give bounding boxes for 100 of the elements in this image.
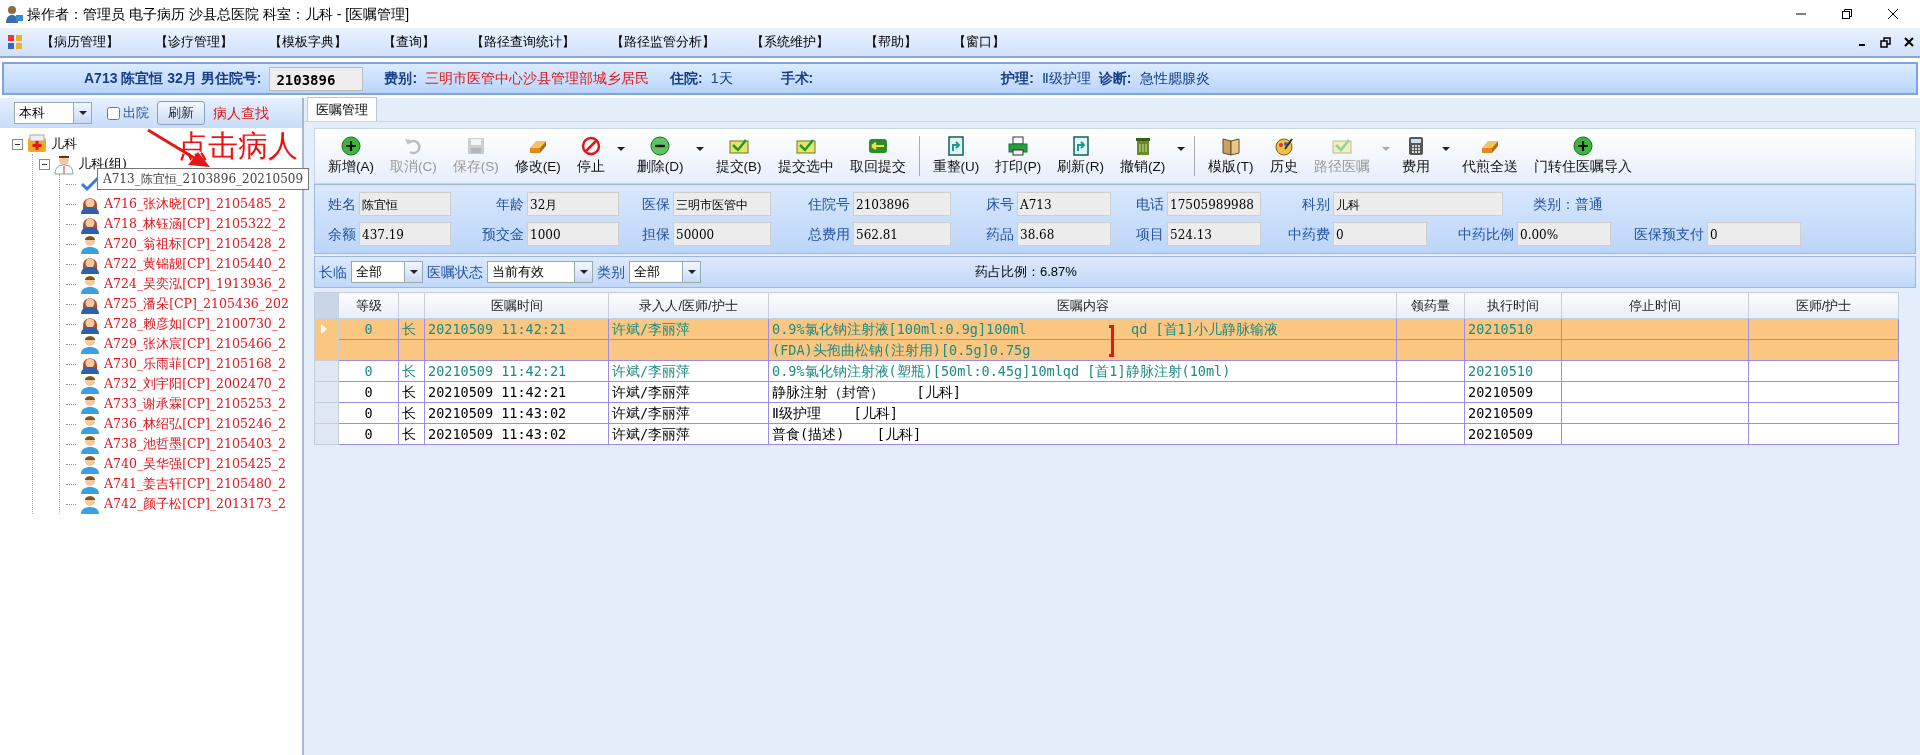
dropdown-arrow[interactable] [1177, 147, 1186, 151]
info-field: 1000 [527, 222, 619, 246]
patient-item[interactable]: A716_张沐晓[CP]_2105485_2 [104, 194, 286, 214]
patient-item[interactable]: A732_刘宇阳[CP]_2002470_2 [104, 374, 286, 394]
toolbar-button[interactable]: 代煎全送 [1454, 134, 1525, 178]
restore-button[interactable] [1841, 8, 1853, 20]
field-label: 中药比例 [1457, 224, 1515, 244]
menu-item[interactable]: 【帮助】 [846, 32, 935, 52]
menu-item[interactable]: 【查询】 [364, 32, 453, 52]
printer-icon [1007, 134, 1030, 157]
filter-dropdown[interactable]: 当前有效 [487, 261, 593, 283]
patient-item[interactable]: A728_赖彦如[CP]_2100730_2 [104, 314, 286, 334]
male-patient-icon [79, 493, 101, 515]
table-cell: 0 [338, 402, 399, 424]
scope-dropdown[interactable]: 本科 [14, 102, 92, 124]
toolbar-button[interactable]: 取回提交 [842, 134, 913, 178]
info-field: 2103896 [853, 192, 951, 216]
checkbox-label: 出院 [122, 104, 149, 123]
patient-item[interactable]: A729_张沐宸[CP]_2105466_2 [104, 334, 286, 354]
patient-item[interactable]: A730_乐雨菲[CP]_2105168_2 [104, 354, 286, 374]
toolbar-button[interactable]: 刷新(R) [1050, 134, 1111, 178]
toolbar-button[interactable]: 停止 [569, 134, 612, 178]
patient-item[interactable]: A741_姜吉轩[CP]_2105480_2 [104, 474, 286, 494]
doctor-icon [53, 153, 75, 175]
toolbar-button[interactable]: 重整(U) [925, 134, 987, 178]
toolbar-button[interactable]: 历史 [1262, 134, 1305, 178]
menu-item[interactable]: 【系统维护】 [732, 32, 847, 52]
filter-dropdown[interactable]: 全部 [629, 261, 701, 283]
toolbar-button[interactable]: 费用 [1394, 134, 1437, 178]
patient-search-link[interactable]: 病人查找 [212, 102, 269, 124]
collapse-toggle[interactable] [39, 158, 50, 170]
field-label: 床号 [985, 194, 1015, 214]
stay-label: 住院: [670, 69, 703, 88]
toolbar-button[interactable]: 提交(B) [708, 134, 769, 178]
toolbar-button[interactable]: 模版(T) [1201, 134, 1261, 178]
info-field: 50000 [673, 222, 771, 246]
menu-item[interactable]: 【路径查询统计】 [452, 32, 593, 52]
refresh-button[interactable]: 刷新 [156, 101, 205, 125]
patient-item[interactable]: A738_池哲墨[CP]_2105403_2 [104, 434, 286, 454]
menu-item[interactable]: 【模板字典】 [250, 32, 365, 52]
column-header[interactable]: 录入人/医师/护士 [608, 292, 769, 319]
patient-item[interactable]: A733_谢承霖[CP]_2105253_2 [104, 394, 286, 414]
menu-item[interactable]: 【病历管理】 [22, 32, 137, 52]
column-header[interactable]: 医嘱内容 [768, 292, 1397, 319]
menu-item[interactable]: 【路径监管分析】 [592, 32, 733, 52]
order-content: 普食(描述) [儿科] [772, 426, 922, 442]
column-header[interactable]: 医嘱时间 [424, 292, 609, 319]
info-field: A713 [1017, 192, 1111, 216]
toolbar-button[interactable]: 新增(A) [321, 134, 381, 178]
toolbar-button[interactable]: 修改(E) [507, 134, 568, 178]
toolbar-button[interactable]: 撤销(Z) [1113, 134, 1173, 178]
column-header[interactable]: 执行时间 [1464, 292, 1562, 319]
column-header[interactable]: 停止时间 [1561, 292, 1749, 319]
patient-item[interactable]: A720_翁祖标[CP]_2105428_2 [104, 234, 286, 254]
toolbar-button[interactable]: 打印(P) [988, 134, 1049, 178]
male-patient-icon [79, 333, 101, 355]
field-label: 医保预支付 [1633, 224, 1705, 244]
filter-dropdown[interactable]: 全部 [351, 261, 423, 283]
patient-item[interactable]: A725_潘朵[CP]_2105436_202 [104, 294, 289, 314]
restore-button[interactable] [1879, 36, 1891, 48]
column-header[interactable]: 医师/护士 [1748, 292, 1899, 319]
patient-item[interactable]: A736_林绍弘[CP]_2105246_2 [104, 414, 286, 434]
menu-item[interactable]: 【诊疗管理】 [136, 32, 251, 52]
male-patient-icon [79, 373, 101, 395]
dropdown-arrow[interactable] [695, 147, 704, 151]
field-label: 总费用 [807, 224, 851, 244]
tab[interactable]: 医嘱管理 [307, 96, 378, 121]
discharged-checkbox[interactable] [106, 106, 120, 120]
patient-item[interactable]: A722_黄锦靓[CP]_2105440_2 [104, 254, 286, 274]
tree-node[interactable]: 儿科 [51, 134, 77, 154]
stop-icon [579, 134, 602, 157]
toolbar-button[interactable]: 提交选中 [770, 134, 841, 178]
dropdown-arrow[interactable] [616, 147, 625, 151]
toolbar-button[interactable]: 删除(D) [629, 134, 691, 178]
info-field: 562.81 [853, 222, 951, 246]
menu-item[interactable]: 【窗口】 [934, 32, 1023, 52]
patient-item[interactable]: A742_颜子松[CP]_2013173_2 [104, 494, 286, 514]
close-button[interactable] [1887, 8, 1899, 20]
info-field: 陈宜恒 [359, 192, 451, 216]
info-field: 437.19 [359, 222, 451, 246]
close-button[interactable] [1903, 37, 1914, 47]
usage-text: qd [首1]小儿静脉输液 [1131, 320, 1278, 339]
order-content: (FDA)头孢曲松钠(注射用)[0.5g]0.75g [772, 342, 1031, 358]
window-title: 操作者：管理员 电子病历 沙县总医院 科室：儿科 - [医嘱管理] [27, 4, 410, 24]
patient-item[interactable]: A718_林钰涵[CP]_2105322_2 [104, 214, 286, 234]
collapse-toggle[interactable] [12, 138, 23, 150]
admission-number: 2103896 [269, 66, 364, 91]
toolbar-button[interactable]: 门转住医嘱导入 [1526, 134, 1639, 178]
stay-value: 1天 [710, 69, 733, 88]
patient-item[interactable]: A724_吴奕泓[CP]_1913936_2 [104, 274, 286, 294]
table-cell: 许斌/李丽萍 [608, 402, 769, 424]
table-cell: 许斌/李丽萍 [608, 381, 769, 403]
column-header[interactable]: 领药量 [1396, 292, 1465, 319]
dropdown-arrow[interactable] [1441, 147, 1450, 151]
table-cell: 0 [338, 423, 399, 445]
info-field: 38.68 [1017, 222, 1111, 246]
field-label: 药品 [985, 224, 1015, 244]
app-menu-icon[interactable] [6, 34, 23, 50]
patient-item[interactable]: A740_吴华强[CP]_2105425_2 [104, 454, 286, 474]
column-header[interactable]: 等级 [338, 292, 399, 319]
